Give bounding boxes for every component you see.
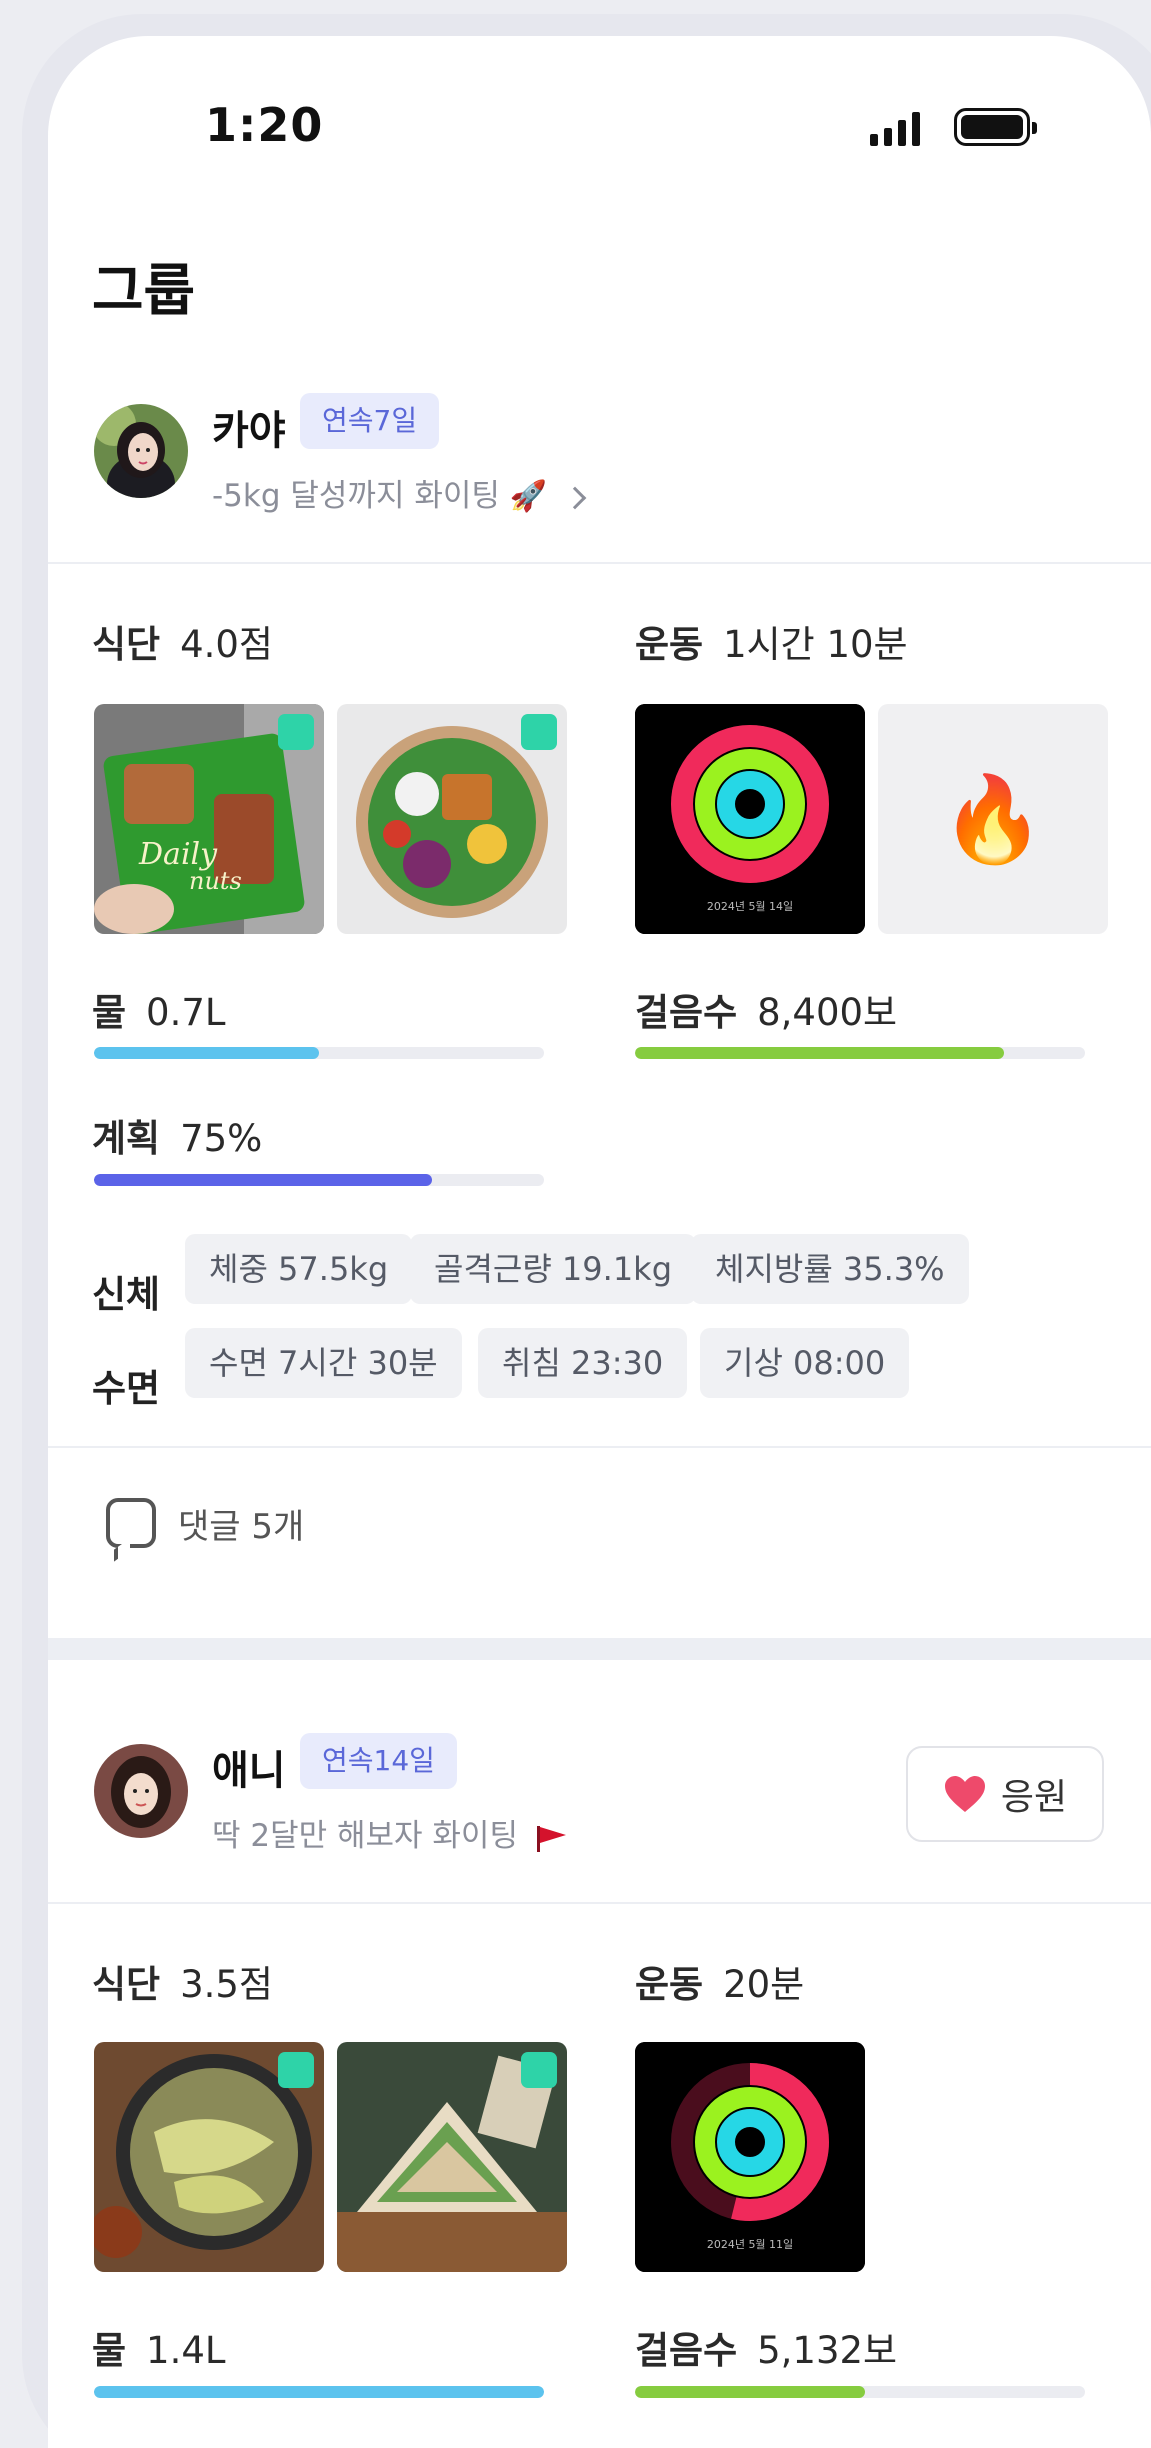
status-time: 1:20: [205, 98, 324, 152]
status-bar: 1:20: [48, 98, 1151, 168]
plan-label: 계획: [92, 1117, 161, 1160]
water-amount: 0.7L: [146, 991, 226, 1034]
water-label: 물: [92, 991, 127, 1034]
chip-wakeup: 기상 08:00: [700, 1328, 910, 1398]
plan-metric: 계획 75%: [92, 1108, 262, 1162]
water-metric: 물 1.4L: [92, 2320, 226, 2374]
water-amount: 1.4L: [146, 2329, 226, 2372]
steps-metric: 걸음수 8,400보: [635, 982, 897, 1036]
battery-icon: [954, 108, 1037, 146]
check-badge: [278, 714, 314, 750]
exercise-photo-fire[interactable]: 🔥: [878, 704, 1108, 934]
check-badge: [521, 2052, 557, 2088]
app-screen: 1:20 그룹 카야 연속7일 -5kg 달성까지 화이팅 🚀 식단 4.0점 …: [48, 36, 1151, 2448]
exercise-label: 운동: [635, 1963, 704, 2006]
water-metric: 물 0.7L: [92, 982, 226, 1036]
cellular-signal-icon: [870, 112, 920, 146]
check-badge: [521, 714, 557, 750]
steps-label: 걸음수: [635, 2329, 738, 2372]
fire-icon: 🔥: [940, 770, 1046, 868]
exercise-duration: 20분: [723, 1963, 805, 2006]
comments-link[interactable]: 댓글 5개: [106, 1498, 304, 1548]
steps-count: 5,132보: [757, 2329, 898, 2372]
cheer-label: 응원: [1000, 1777, 1068, 1818]
ring-date: 2024년 5월 14일: [707, 899, 793, 913]
steps-count: 8,400보: [757, 991, 898, 1034]
rocket-icon: 🚀: [509, 479, 548, 514]
flag-icon: [536, 1825, 566, 1852]
comments-count: 댓글 5개: [178, 1506, 305, 1547]
exercise-metric: 운동 1시간 10분: [635, 614, 908, 668]
avatar[interactable]: [94, 1744, 188, 1838]
exercise-activity-rings[interactable]: 2024년 5월 11일: [635, 2042, 865, 2272]
divider: [48, 1902, 1151, 1904]
cheer-button[interactable]: 응원: [906, 1746, 1104, 1842]
motto-text: 딱 2달만 해보자 화이팅: [212, 1818, 518, 1854]
diet-photo-soup[interactable]: [94, 2042, 324, 2272]
chip-sleep-duration: 수면 7시간 30분: [185, 1328, 462, 1398]
streak-badge: 연속7일: [300, 393, 440, 449]
steps-metric: 걸음수 5,132보: [635, 2320, 897, 2374]
water-label: 물: [92, 2329, 127, 2372]
chevron-right-icon: [563, 486, 587, 509]
ring-date: 2024년 5월 11일: [707, 2237, 793, 2251]
svg-text:nuts: nuts: [189, 867, 242, 895]
diet-metric: 식단 3.5점: [92, 1954, 273, 2008]
chip-bedtime: 취침 23:30: [478, 1328, 688, 1398]
exercise-duration: 1시간 10분: [723, 623, 908, 666]
avatar[interactable]: [94, 404, 188, 498]
member-motto: 딱 2달만 해보자 화이팅: [212, 1810, 568, 1855]
exercise-activity-rings[interactable]: 2024년 5월 14일: [635, 704, 865, 934]
exercise-label: 운동: [635, 623, 704, 666]
water-progress-bar: [94, 2386, 544, 2398]
body-label: 신체: [92, 1273, 161, 1316]
steps-progress-bar: [635, 2386, 1085, 2398]
member-name: 카야: [212, 408, 286, 454]
section-separator: [48, 1638, 1151, 1660]
water-progress-bar: [94, 1047, 544, 1059]
diet-score: 3.5점: [180, 1963, 273, 2006]
plan-progress-bar: [94, 1174, 544, 1186]
chip-muscle: 골격근량 19.1kg: [410, 1234, 697, 1304]
diet-photo-nuts[interactable]: Daily nuts: [94, 704, 324, 934]
sleep-label: 수면: [92, 1367, 161, 1410]
page-title: 그룹: [92, 259, 196, 324]
comment-icon: [106, 1498, 156, 1548]
steps-progress-bar: [635, 1047, 1085, 1059]
diet-label: 식단: [92, 623, 161, 666]
diet-score: 4.0점: [180, 623, 273, 666]
motto-text: -5kg 달성까지 화이팅: [212, 478, 500, 514]
heart-icon: [944, 1776, 985, 1812]
member-name: 애니: [212, 1748, 286, 1794]
exercise-metric: 운동 20분: [635, 1954, 804, 2008]
diet-metric: 식단 4.0점: [92, 614, 273, 668]
member-motto[interactable]: -5kg 달성까지 화이팅 🚀: [212, 470, 587, 515]
diet-photo-sandwich[interactable]: [337, 2042, 567, 2272]
divider: [48, 562, 1151, 564]
divider: [48, 1446, 1151, 1448]
chip-weight: 체중 57.5kg: [185, 1234, 413, 1304]
diet-photo-salad[interactable]: [337, 704, 567, 934]
check-badge: [278, 2052, 314, 2088]
diet-label: 식단: [92, 1963, 161, 2006]
plan-percent: 75%: [180, 1117, 263, 1160]
streak-badge: 연속14일: [300, 1733, 457, 1789]
steps-label: 걸음수: [635, 991, 738, 1034]
chip-bodyfat: 체지방률 35.3%: [691, 1234, 969, 1304]
